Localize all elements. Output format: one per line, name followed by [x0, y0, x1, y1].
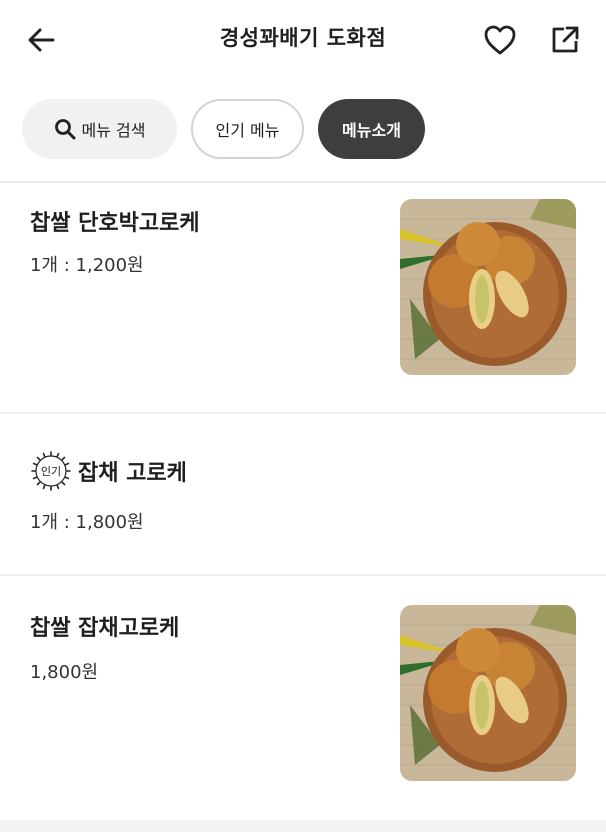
item-divider: [0, 820, 606, 832]
menu-intro-chip[interactable]: 메뉴소개: [318, 99, 425, 159]
croquette-photo-image: [400, 199, 576, 375]
popular-menu-label: 인기 메뉴: [215, 121, 280, 140]
heart-icon: [484, 25, 516, 55]
favorite-button[interactable]: [480, 20, 520, 60]
popular-menu-chip[interactable]: 인기 메뉴: [191, 99, 304, 159]
menu-item-name-text: 찹쌀 단호박고로케: [30, 211, 200, 236]
share-button[interactable]: [545, 20, 585, 60]
menu-search-chip[interactable]: 메뉴 검색: [22, 99, 177, 159]
menu-item[interactable]: 찹쌀 잡채고로케 1,800원: [0, 576, 606, 820]
menu-item[interactable]: 인기 잡채 고로케 1개 : 1,800원: [0, 414, 606, 574]
top-bar: 경성꽈배기 도화점: [0, 0, 606, 78]
popular-badge: 인기: [30, 450, 72, 492]
menu-item-name-text: 잡채 고로케: [78, 461, 187, 486]
menu-item[interactable]: 찹쌀 단호박고로케 1개 : 1,200원: [0, 183, 606, 412]
menu-item-price: 1개 : 1,800원: [30, 512, 144, 533]
menu-item-name-text: 찹쌀 잡채고로케: [30, 616, 180, 641]
popular-badge-text: 인기: [40, 465, 62, 478]
search-icon: [54, 119, 76, 140]
menu-item-price: 1개 : 1,200원: [30, 255, 144, 276]
menu-item-photo: [400, 605, 576, 781]
menu-item-price: 1,800원: [30, 662, 99, 683]
menu-intro-label: 메뉴소개: [342, 121, 401, 140]
menu-item-name: 찹쌀 잡채고로케: [30, 610, 179, 642]
menu-search-label: 메뉴 검색: [81, 121, 146, 140]
menu-item-name: 인기 잡채 고로케: [30, 450, 187, 492]
menu-filter-chips: 메뉴 검색 인기 메뉴 메뉴소개: [22, 99, 425, 161]
menu-item-photo: [400, 199, 576, 375]
share-icon: [552, 26, 579, 53]
croquette-photo-image: [400, 605, 576, 781]
menu-item-name: 찹쌀 단호박고로케: [30, 205, 200, 237]
